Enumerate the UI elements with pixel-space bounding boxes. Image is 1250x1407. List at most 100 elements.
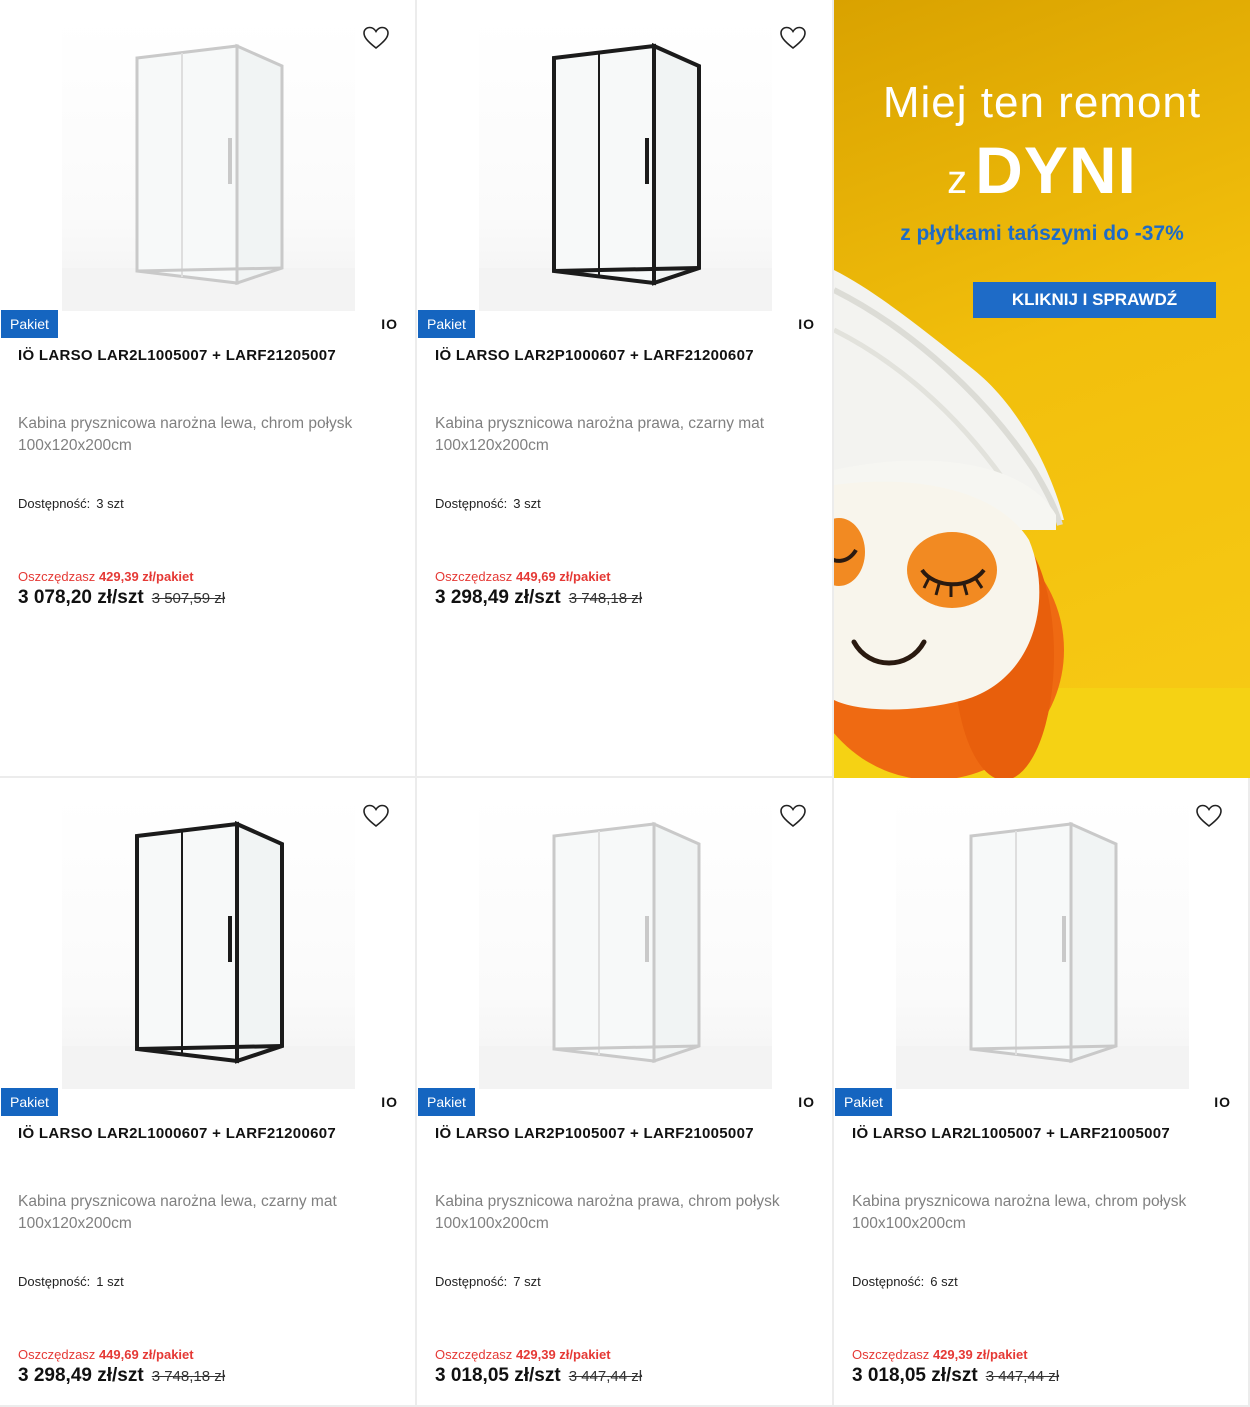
product-image[interactable] xyxy=(479,18,772,311)
old-price: 3 447,44 zł xyxy=(568,1368,643,1385)
savings-amount: 429,39 zł/pakiet xyxy=(515,1347,611,1362)
availability-label: Dostępność: xyxy=(18,1274,91,1289)
availability-label: Dostępność: xyxy=(435,1274,508,1289)
product-card[interactable]: Pakiet IO IÖ LARSO LAR2P1005007 + LARF21… xyxy=(417,778,834,1407)
savings-label: Oszczędzasz xyxy=(435,569,513,584)
product-title[interactable]: IÖ LARSO LAR2P1005007 + LARF21005007 xyxy=(435,1125,822,1142)
brand-logo: IO xyxy=(798,1094,815,1110)
description-line: Kabina prysznicowa narożna lewa, chrom p… xyxy=(18,415,353,432)
old-price: 3 748,18 zł xyxy=(568,590,643,607)
banner-headline: Miej ten remont xyxy=(882,78,1202,127)
product-grid: Pakiet IO IÖ LARSO LAR2L1005007 + LARF21… xyxy=(0,0,1250,1407)
description-line: Kabina prysznicowa narożna lewa, czarny … xyxy=(18,1193,337,1210)
product-title[interactable]: IÖ LARSO LAR2L1000607 + LARF21200607 xyxy=(18,1125,405,1142)
product-image[interactable] xyxy=(62,796,355,1089)
availability: Dostępność: 1 szt xyxy=(18,1274,124,1289)
banner-headline-2: z DYNI xyxy=(834,132,1250,208)
savings-label: Oszczędzasz xyxy=(852,1347,930,1362)
package-badge: Pakiet xyxy=(1,310,58,338)
product-card[interactable]: Pakiet IO IÖ LARSO LAR2L1000607 + LARF21… xyxy=(0,778,417,1407)
availability-value: 3 szt xyxy=(513,496,541,511)
shower-cabin-graphic xyxy=(62,43,355,311)
current-price: 3 298,49 zł/szt xyxy=(435,587,561,608)
availability-value: 1 szt xyxy=(96,1274,124,1289)
product-title[interactable]: IÖ LARSO LAR2L1005007 + LARF21205007 xyxy=(18,347,405,364)
product-description: Kabina prysznicowa narożna prawa, chrom … xyxy=(435,1191,805,1235)
availability: Dostępność: 3 szt xyxy=(435,496,541,511)
heart-outline-icon[interactable] xyxy=(363,804,389,828)
shower-cabin-graphic xyxy=(479,42,772,311)
banner-prefix: z xyxy=(947,158,968,202)
savings-amount: 429,39 zł/pakiet xyxy=(98,569,194,584)
price-row: 3 078,20 zł/szt 3 507,59 zł xyxy=(18,587,225,609)
description-size: 100x120x200cm xyxy=(435,437,549,454)
description-size: 100x100x200cm xyxy=(435,1215,549,1232)
price-row: 3 018,05 zł/szt 3 447,44 zł xyxy=(435,1365,642,1387)
package-badge: Pakiet xyxy=(418,1088,475,1116)
savings-amount: 449,69 zł/pakiet xyxy=(98,1347,194,1362)
heart-outline-icon[interactable] xyxy=(780,804,806,828)
heart-outline-icon[interactable] xyxy=(1196,804,1222,828)
savings: Oszczędzasz 429,39 zł/pakiet xyxy=(852,1347,1028,1362)
current-price: 3 298,49 zł/szt xyxy=(18,1365,144,1386)
banner-cta-button[interactable]: KLIKNIJ I SPRAWDŹ xyxy=(973,282,1216,318)
product-title[interactable]: IÖ LARSO LAR2L1005007 + LARF21005007 xyxy=(852,1125,1238,1142)
product-card[interactable]: Pakiet IO IÖ LARSO LAR2P1000607 + LARF21… xyxy=(417,0,834,778)
availability: Dostępność: 7 szt xyxy=(435,1274,541,1289)
promo-banner[interactable]: Miej ten remont z DYNI z płytkami tańszym… xyxy=(834,0,1250,778)
savings: Oszczędzasz 429,39 zł/pakiet xyxy=(18,569,194,584)
package-badge: Pakiet xyxy=(418,310,475,338)
product-image[interactable] xyxy=(62,18,355,311)
description-line: Kabina prysznicowa narożna prawa, czarny… xyxy=(435,415,765,432)
price-row: 3 298,49 zł/szt 3 748,18 zł xyxy=(18,1365,225,1387)
savings-label: Oszczędzasz xyxy=(18,1347,96,1362)
brand-logo: IO xyxy=(381,316,398,332)
description-size: 100x100x200cm xyxy=(852,1215,966,1232)
product-description: Kabina prysznicowa narożna lewa, czarny … xyxy=(18,1191,388,1235)
brand-logo: IO xyxy=(381,1094,398,1110)
product-description: Kabina prysznicowa narożna lewa, chrom p… xyxy=(852,1191,1222,1235)
brand-logo: IO xyxy=(1214,1094,1231,1110)
old-price: 3 507,59 zł xyxy=(151,590,226,607)
heart-outline-icon[interactable] xyxy=(780,26,806,50)
banner-keyword: DYNI xyxy=(975,133,1137,207)
product-image[interactable] xyxy=(896,796,1189,1089)
availability-value: 3 szt xyxy=(96,496,124,511)
package-badge: Pakiet xyxy=(1,1088,58,1116)
current-price: 3 018,05 zł/szt xyxy=(435,1365,561,1386)
brand-logo: IO xyxy=(798,316,815,332)
product-description: Kabina prysznicowa narożna prawa, czarny… xyxy=(435,413,805,457)
price-row: 3 298,49 zł/szt 3 748,18 zł xyxy=(435,587,642,609)
description-size: 100x120x200cm xyxy=(18,437,132,454)
availability: Dostępność: 6 szt xyxy=(852,1274,958,1289)
package-badge: Pakiet xyxy=(835,1088,892,1116)
savings-amount: 429,39 zł/pakiet xyxy=(932,1347,1028,1362)
product-card[interactable]: Pakiet IO IÖ LARSO LAR2L1005007 + LARF21… xyxy=(0,0,417,778)
price-row: 3 018,05 zł/szt 3 447,44 zł xyxy=(852,1365,1059,1387)
pumpkin-spa-illustration xyxy=(834,270,1064,778)
savings-label: Oszczędzasz xyxy=(435,1347,513,1362)
savings-label: Oszczędzasz xyxy=(18,569,96,584)
description-size: 100x120x200cm xyxy=(18,1215,132,1232)
availability-value: 7 szt xyxy=(513,1274,541,1289)
availability: Dostępność: 3 szt xyxy=(18,496,124,511)
description-line: Kabina prysznicowa narożna prawa, chrom … xyxy=(435,1193,780,1210)
current-price: 3 018,05 zł/szt xyxy=(852,1365,978,1386)
product-card[interactable]: Pakiet IO IÖ LARSO LAR2L1005007 + LARF21… xyxy=(834,778,1250,1407)
availability-label: Dostępność: xyxy=(435,496,508,511)
savings: Oszczędzasz 449,69 zł/pakiet xyxy=(435,569,611,584)
product-image[interactable] xyxy=(479,796,772,1089)
shower-cabin-graphic xyxy=(479,821,772,1089)
shower-cabin-graphic xyxy=(62,820,355,1089)
savings-amount: 449,69 zł/pakiet xyxy=(515,569,611,584)
savings: Oszczędzasz 429,39 zł/pakiet xyxy=(435,1347,611,1362)
heart-outline-icon[interactable] xyxy=(363,26,389,50)
description-line: Kabina prysznicowa narożna lewa, chrom p… xyxy=(852,1193,1187,1210)
savings: Oszczędzasz 449,69 zł/pakiet xyxy=(18,1347,194,1362)
availability-value: 6 szt xyxy=(930,1274,958,1289)
availability-label: Dostępność: xyxy=(18,496,91,511)
shower-cabin-graphic xyxy=(896,821,1189,1089)
product-description: Kabina prysznicowa narożna lewa, chrom p… xyxy=(18,413,388,457)
banner-subline: z płytkami tańszymi do -37% xyxy=(900,222,1184,245)
product-title[interactable]: IÖ LARSO LAR2P1000607 + LARF21200607 xyxy=(435,347,822,364)
